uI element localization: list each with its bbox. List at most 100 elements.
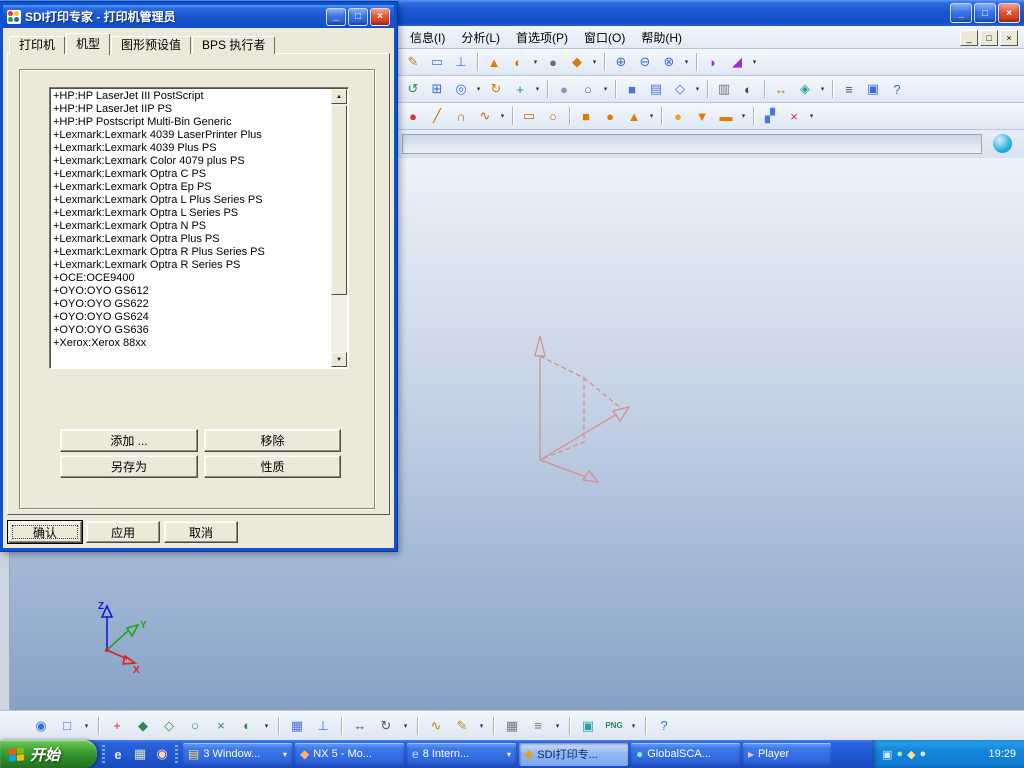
- printer-list-item[interactable]: +HP:HP LaserJet IIP PS: [53, 103, 330, 116]
- maximize-button[interactable]: □: [980, 30, 998, 46]
- dropdown-arrow-icon[interactable]: ▾: [739, 106, 748, 126]
- rotate-view-icon[interactable]: ↻: [485, 78, 507, 100]
- datum-plane-icon[interactable]: ▭: [426, 51, 448, 73]
- quick-launch-media-player-icon[interactable]: ◉: [153, 745, 171, 763]
- printer-list-item[interactable]: +OYO:OYO GS636: [53, 324, 330, 337]
- minimize-button[interactable]: _: [950, 3, 972, 23]
- trim-body-icon[interactable]: ×: [783, 105, 805, 127]
- snap-point-icon[interactable]: +: [106, 715, 128, 737]
- dropdown-arrow-icon[interactable]: ▾: [498, 106, 507, 126]
- refresh-icon[interactable]: ↺: [402, 78, 424, 100]
- printer-list-item[interactable]: +HP:HP Postscript Multi-Bin Generic: [53, 116, 330, 129]
- task-sdi-print-expert[interactable]: ◆ SDI打印专...: [519, 742, 628, 766]
- show-hide-icon[interactable]: ◐: [737, 78, 759, 100]
- grid-icon[interactable]: ▦: [501, 715, 523, 737]
- dropdown-arrow-icon[interactable]: ▾: [553, 716, 562, 736]
- point-icon[interactable]: ●: [402, 105, 424, 127]
- add-button[interactable]: 添加 ...: [60, 429, 198, 452]
- mid-point-icon[interactable]: ◇: [158, 715, 180, 737]
- boss-icon[interactable]: ◆: [566, 51, 588, 73]
- remove-button[interactable]: 移除: [204, 429, 341, 452]
- spline-icon[interactable]: ∿: [474, 105, 496, 127]
- printer-list-item[interactable]: +OCE:OCE9400: [53, 272, 330, 285]
- dropdown-arrow-icon[interactable]: ▾: [629, 716, 638, 736]
- preferences-icon[interactable]: ≡: [838, 78, 860, 100]
- extrude-icon[interactable]: ▲: [483, 51, 505, 73]
- printer-list-item[interactable]: +Lexmark:Lexmark Optra Plus PS: [53, 233, 330, 246]
- internet-globe-icon[interactable]: [993, 134, 1012, 153]
- rotate-object-icon[interactable]: ↻: [375, 715, 397, 737]
- chamfer-icon[interactable]: ◢: [726, 51, 748, 73]
- list-scrollbar[interactable]: ▲ ▼: [331, 89, 347, 367]
- datum-csys-icon[interactable]: ⊥: [450, 51, 472, 73]
- task-player[interactable]: ▸ Player: [743, 742, 831, 766]
- edit-curve-icon[interactable]: ✎: [451, 715, 473, 737]
- scroll-down-button[interactable]: ▼: [331, 352, 347, 367]
- quick-launch-internet-explorer-icon[interactable]: e: [109, 745, 127, 763]
- printer-list-item[interactable]: +OYO:OYO GS612: [53, 285, 330, 298]
- dropdown-arrow-icon[interactable]: ▾: [262, 716, 271, 736]
- intersection-point-icon[interactable]: ×: [210, 715, 232, 737]
- hole-icon[interactable]: ●: [542, 51, 564, 73]
- measure-icon[interactable]: ↔: [770, 78, 792, 100]
- tray-icon-1[interactable]: ▣: [882, 748, 892, 761]
- front-view-icon[interactable]: ■: [621, 78, 643, 100]
- printer-list-item[interactable]: +Lexmark:Lexmark Optra Ep PS: [53, 181, 330, 194]
- dropdown-arrow-icon[interactable]: ▾: [477, 716, 486, 736]
- line-icon[interactable]: ╱: [426, 105, 448, 127]
- zoom-icon[interactable]: ◎: [450, 78, 472, 100]
- printer-list-item[interactable]: +Lexmark:Lexmark Optra R Series PS: [53, 259, 330, 272]
- menu-item-4[interactable]: 帮助(H): [633, 26, 690, 49]
- menu-item-2[interactable]: 首选项(P): [508, 26, 576, 49]
- sketch-icon[interactable]: ✎: [402, 51, 424, 73]
- arc-icon[interactable]: ∩: [450, 105, 472, 127]
- close-button[interactable]: ×: [998, 3, 1020, 23]
- list-view-icon[interactable]: ≡: [527, 715, 549, 737]
- properties-button[interactable]: 性质: [204, 455, 341, 478]
- cylinder-icon[interactable]: ●: [599, 105, 621, 127]
- capture-image-icon[interactable]: ▣: [577, 715, 599, 737]
- printer-list-item[interactable]: +Lexmark:Lexmark Optra L Series PS: [53, 207, 330, 220]
- pocket-icon[interactable]: ▼: [691, 105, 713, 127]
- maximize-button[interactable]: □: [348, 7, 368, 26]
- dropdown-arrow-icon[interactable]: ▾: [590, 52, 599, 72]
- printer-list-item[interactable]: +Lexmark:Lexmark Optra R Plus Series PS: [53, 246, 330, 259]
- layer-settings-icon[interactable]: ▥: [713, 78, 735, 100]
- cone-icon[interactable]: ▲: [623, 105, 645, 127]
- intersect-icon[interactable]: ⊗: [658, 51, 680, 73]
- dialog-tab-1[interactable]: 机型: [66, 33, 111, 55]
- quadrant-point-icon[interactable]: ◐: [236, 715, 258, 737]
- task-windows-explorer-group[interactable]: ▤ 3 Window... ▾: [183, 742, 292, 766]
- save-as-button[interactable]: 另存为: [60, 455, 198, 478]
- dropdown-arrow-icon[interactable]: ▾: [647, 106, 656, 126]
- fit-view-icon[interactable]: ⊞: [426, 78, 448, 100]
- toolbar-grip-handle[interactable]: [102, 745, 105, 763]
- rectangle-icon[interactable]: ▭: [518, 105, 540, 127]
- dropdown-arrow-icon[interactable]: ▾: [82, 716, 91, 736]
- center-point-icon[interactable]: ○: [184, 715, 206, 737]
- pan-icon[interactable]: +: [509, 78, 531, 100]
- dropdown-arrow-icon[interactable]: ▾: [682, 52, 691, 72]
- dropdown-arrow-icon[interactable]: ▾: [601, 79, 610, 99]
- quick-launch-show-desktop-icon[interactable]: ▦: [131, 745, 149, 763]
- sphere-icon[interactable]: ●: [667, 105, 689, 127]
- dropdown-arrow-icon[interactable]: ▾: [401, 716, 410, 736]
- dropdown-arrow-icon[interactable]: ▾: [807, 106, 816, 126]
- maximize-button[interactable]: □: [974, 3, 996, 23]
- taskbar-clock[interactable]: 19:29: [988, 748, 1016, 760]
- task-internet-explorer-group[interactable]: e8 Intern... ▾: [407, 742, 516, 766]
- work-plane-icon[interactable]: ▦: [286, 715, 308, 737]
- menu-item-1[interactable]: 分析(L): [453, 26, 508, 49]
- task-nx5[interactable]: ◆ NX 5 - Mo...: [295, 742, 404, 766]
- printer-list-item[interactable]: +Lexmark:Lexmark Optra L Plus Series PS: [53, 194, 330, 207]
- dropdown-arrow-icon[interactable]: ▾: [533, 79, 542, 99]
- dialog-titlebar[interactable]: SDI打印专家 - 打印机管理员 _ □ ×: [3, 5, 394, 28]
- dropdown-arrow-icon[interactable]: ▾: [531, 52, 540, 72]
- dialog-tab-3[interactable]: BPS 执行者: [192, 36, 276, 54]
- edge-blend-icon[interactable]: ◗: [702, 51, 724, 73]
- tray-icon-4[interactable]: ●: [920, 748, 927, 761]
- curve-tool-icon[interactable]: ∿: [425, 715, 447, 737]
- dropdown-arrow-icon[interactable]: ▾: [818, 79, 827, 99]
- circle-icon[interactable]: ○: [542, 105, 564, 127]
- dialog-tab-0[interactable]: 打印机: [9, 36, 66, 54]
